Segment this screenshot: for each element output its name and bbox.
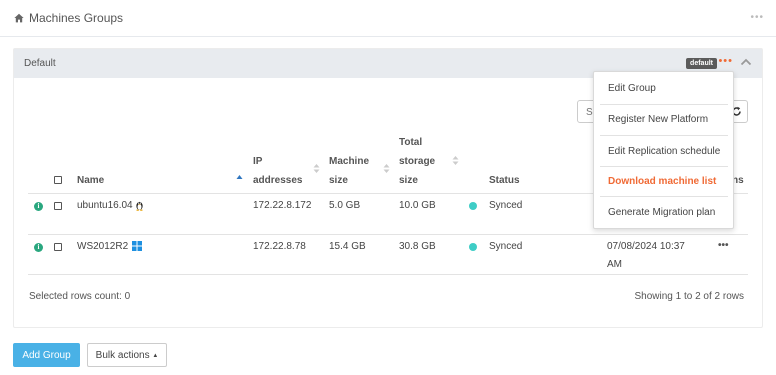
more-icon[interactable]: ••• — [750, 12, 764, 23]
column-header-total-storage[interactable]: Total storage size — [399, 133, 435, 190]
info-icon[interactable]: i — [34, 243, 43, 252]
row-actions-icon[interactable]: ••• — [718, 240, 729, 251]
menu-divider — [600, 196, 728, 197]
add-group-button[interactable]: Add Group — [13, 343, 80, 367]
column-header-ip[interactable]: IP addresses — [253, 152, 302, 190]
last-sync-date-line2: AM — [607, 259, 622, 270]
column-header-ip-line2: addresses — [253, 175, 303, 186]
column-header-storage-line2: storage — [399, 156, 436, 167]
chevron-up-icon[interactable] — [740, 57, 752, 67]
total-storage-size: 30.8 GB — [399, 241, 436, 252]
last-sync-date: 07/08/2024 10:37 AM — [607, 238, 685, 274]
menu-divider — [600, 166, 728, 167]
sort-icon[interactable] — [452, 155, 459, 166]
menu-divider — [600, 104, 728, 105]
sort-icon[interactable] — [383, 163, 390, 174]
machine-name[interactable]: ubuntu16.04 — [77, 197, 133, 215]
column-header-status[interactable]: Status — [489, 171, 520, 190]
page-title: Machines Groups — [14, 11, 123, 25]
windows-icon — [132, 241, 142, 251]
home-icon — [14, 13, 24, 23]
column-header-storage-line3: size — [399, 175, 418, 186]
menu-divider — [600, 135, 728, 136]
machine-size: 15.4 GB — [329, 241, 366, 252]
column-header-machine-size[interactable]: Machine size — [329, 152, 369, 190]
menu-item-download-machine-list[interactable]: Download machine list — [608, 176, 716, 187]
ip-address: 172.22.8.172 — [253, 200, 312, 211]
sort-icon[interactable] — [313, 163, 320, 174]
status-dot — [469, 243, 477, 251]
column-header-machine-size-line1: Machine — [329, 156, 370, 167]
column-header-name[interactable]: Name — [77, 171, 104, 190]
status-text: Synced — [489, 200, 523, 211]
machine-size: 5.0 GB — [329, 200, 361, 211]
row-divider — [28, 274, 748, 275]
caret-up-icon: ▲ — [152, 352, 159, 359]
bulk-actions-label: Bulk actions — [95, 349, 150, 361]
page-header: Machines Groups ••• — [0, 0, 776, 37]
column-header-storage-line1: Total — [399, 137, 423, 148]
group-actions-menu: Edit Group Register New Platform Edit Re… — [593, 71, 734, 229]
group-name: Default — [24, 58, 56, 69]
info-icon[interactable]: i — [34, 202, 43, 211]
machine-name[interactable]: WS2012R2 — [77, 238, 128, 256]
ip-address: 172.22.8.78 — [253, 241, 306, 252]
menu-item-register-new-platform[interactable]: Register New Platform — [608, 114, 708, 125]
selected-rows-count: Selected rows count: 0 — [29, 291, 131, 302]
status-dot — [469, 202, 477, 210]
select-all-checkbox[interactable] — [54, 176, 62, 184]
column-header-ip-line1: IP — [253, 156, 263, 167]
menu-item-edit-replication-schedule[interactable]: Edit Replication schedule — [608, 146, 720, 157]
menu-item-generate-migration-plan[interactable]: Generate Migration plan — [608, 207, 715, 218]
row-divider — [28, 234, 748, 235]
row-checkbox[interactable] — [54, 243, 62, 251]
linux-icon — [136, 201, 143, 211]
bulk-actions-button[interactable]: Bulk actions ▲ — [87, 343, 167, 367]
status-text: Synced — [489, 241, 523, 252]
sort-asc-icon[interactable] — [236, 173, 243, 184]
last-sync-date-line1: 07/08/2024 10:37 — [607, 241, 685, 252]
page-title-text: Machines Groups — [29, 11, 124, 25]
menu-item-edit-group[interactable]: Edit Group — [608, 83, 656, 94]
group-menu-icon[interactable]: ••• — [718, 55, 733, 67]
total-storage-size: 10.0 GB — [399, 200, 436, 211]
row-checkbox[interactable] — [54, 202, 62, 210]
pagination-info: Showing 1 to 2 of 2 rows — [634, 291, 744, 302]
column-header-machine-size-line2: size — [329, 175, 348, 186]
default-badge: default — [686, 58, 717, 69]
